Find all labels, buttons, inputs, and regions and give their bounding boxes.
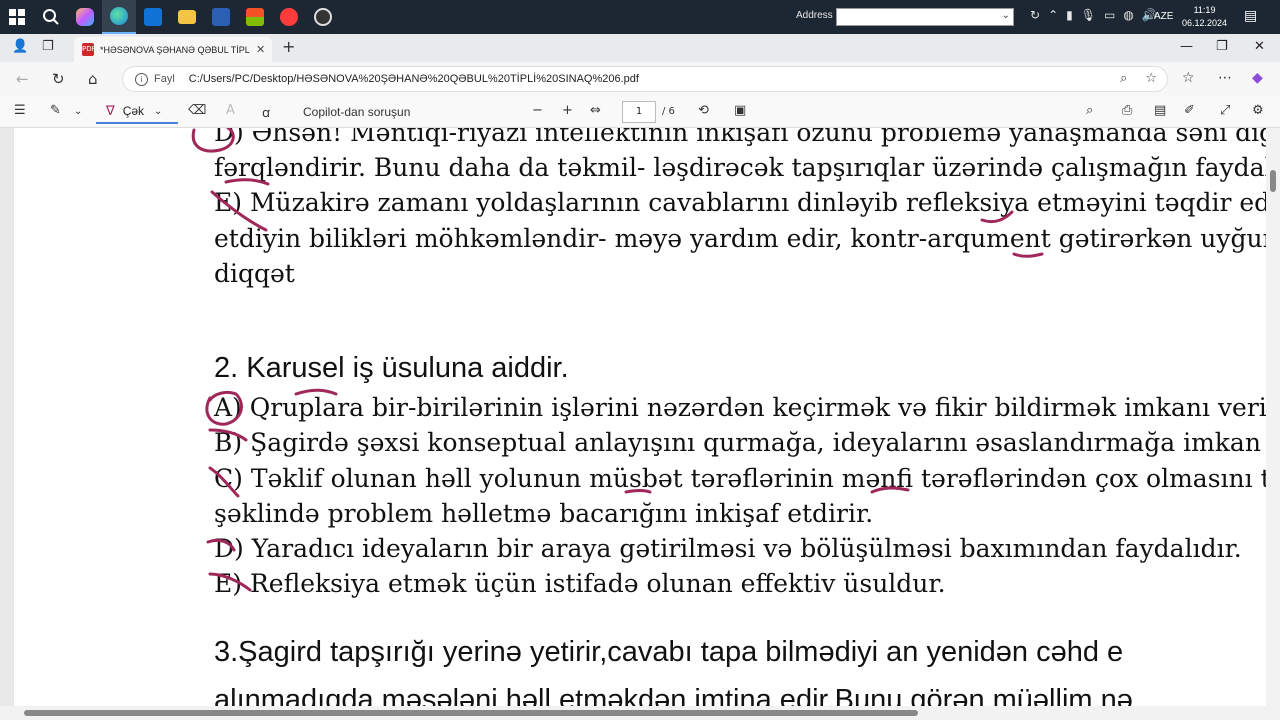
draw-pen-icon: ∇ [106, 103, 115, 119]
reload-icon[interactable]: ↻ [52, 70, 65, 88]
close-window-icon[interactable]: ✕ [1254, 39, 1265, 54]
ink-underline-mark [1012, 252, 1044, 258]
eraser-icon[interactable]: ⌫ [188, 103, 206, 118]
print-icon[interactable]: ⎙ [1122, 103, 1132, 118]
answer-option: A) Qruplara bir-birilərinin işlərini nəz… [214, 393, 1266, 422]
language-indicator[interactable]: AZE [1154, 11, 1173, 22]
answer-option: B) Şagirdə şəxsi konseptual anlayışını q… [214, 428, 1266, 457]
zoom-icon[interactable]: ⌕ [1120, 71, 1127, 86]
horizontal-scroll-thumb[interactable] [24, 710, 918, 716]
read-aloud-icon[interactable]: ꭤ [262, 103, 270, 121]
vertical-scrollbar[interactable] [1266, 128, 1280, 720]
answer-option: C) Təklif olunan həll yolunun müsbət tər… [214, 464, 1266, 493]
close-tab-icon[interactable]: ✕ [256, 43, 265, 56]
notification-icon[interactable]: ▤ [1244, 8, 1257, 24]
fullscreen-icon[interactable]: ⤢ [1220, 103, 1230, 118]
doc-line: etdiyin bilikləri möhkəmləndir- məyə yar… [214, 224, 1266, 253]
clock-date: 06.12.2024 [1182, 18, 1228, 28]
favorite-star-icon[interactable]: ☆ [1145, 71, 1157, 86]
pdf-viewer[interactable]: D) Əhsən! Məntiqi-riyazi intellektinin i… [0, 128, 1280, 720]
copilot-sidebar-icon[interactable]: ◆ [1252, 70, 1263, 86]
profile-icon[interactable]: 👤 [12, 39, 28, 54]
vertical-scroll-thumb[interactable] [1270, 170, 1276, 192]
windows-start-icon[interactable] [0, 0, 34, 34]
workspaces-icon[interactable]: ❐ [42, 39, 54, 54]
screen-recorder-icon[interactable] [306, 0, 340, 34]
pdf-file-icon: PDF [82, 43, 96, 56]
clock-time: 11:19 [1193, 5, 1216, 15]
highlight-icon[interactable]: ✎ [50, 103, 61, 118]
info-icon[interactable]: i [135, 72, 148, 86]
rotate-icon[interactable]: ⟲ [698, 103, 709, 118]
more-options-icon[interactable]: ⋯ [1218, 70, 1232, 86]
copilot-app-icon[interactable] [68, 0, 102, 34]
doc-line: fərqləndirir. Bunu daha da təkmil- ləşdi… [214, 153, 1266, 182]
address-toolbar-input[interactable]: ⌄ [836, 8, 1014, 26]
scheme-label: Fayl [154, 73, 175, 85]
microphone-icon[interactable]: 🎙 [1081, 8, 1096, 22]
text-icon: A [226, 103, 235, 118]
contents-list-icon[interactable]: ☰ [14, 103, 26, 118]
word-icon[interactable] [204, 0, 238, 34]
horizontal-scrollbar[interactable] [0, 706, 1266, 720]
new-tab-icon[interactable]: + [282, 37, 295, 56]
doc-line: diqqət [214, 259, 295, 288]
zoom-out-icon[interactable]: − [532, 103, 543, 118]
settings-gear-icon[interactable]: ⚙ [1252, 103, 1264, 118]
skype-icon[interactable] [272, 0, 306, 34]
fit-to-width-icon[interactable]: ⇔ [590, 103, 601, 118]
chevron-down-icon[interactable]: ⌄ [1002, 10, 1010, 21]
back-arrow-icon[interactable]: ← [16, 70, 29, 88]
page-total: / 6 [662, 106, 675, 117]
search-icon[interactable]: ⌕ [1086, 103, 1093, 118]
tab-title: *HƏSƏNOVA ŞƏHANƏ QƏBUL TİPLİ SINAQ 6.pdf [100, 44, 250, 55]
answer-option: E) Refleksiya etmək üçün istifadə olunan… [214, 569, 946, 598]
question-heading: 2. Karusel iş üsuluna aiddir. [214, 352, 569, 384]
favorites-icon[interactable]: ☆ [1182, 70, 1195, 86]
doc-line: D) Əhsən! Məntiqi-riyazi intellektinin i… [214, 128, 1266, 147]
save-icon[interactable]: ▤ [1154, 103, 1166, 118]
browser-navigation-bar: ← ↻ ⌂ i Fayl C:/Users/PC/Desktop/HƏSƏNOV… [0, 62, 1280, 96]
pdf-page: D) Əhsən! Məntiqi-riyazi intellektinin i… [14, 128, 1266, 720]
minimize-icon[interactable]: — [1180, 39, 1193, 54]
clock[interactable]: 11:19 06.12.2024 [1182, 4, 1227, 30]
draw-tool-label: Çək [122, 104, 145, 118]
answer-option: D) Yaradıcı ideyaların bir araya gətiril… [214, 534, 1242, 563]
address-toolbar-label: Address [796, 10, 833, 21]
file-explorer-icon[interactable] [170, 0, 204, 34]
doc-line: şəklində problem həlletmə bacarığını ink… [214, 499, 874, 528]
browser-tab-strip: 👤 ❐ PDF *HƏSƏNOVA ŞƏHANƏ QƏBUL TİPLİ SIN… [0, 34, 1280, 62]
chevron-down-icon[interactable]: ⌄ [154, 106, 162, 117]
save-as-icon[interactable]: ✐ [1184, 103, 1195, 118]
draw-tool-button[interactable]: ∇ Çək ⌄ [96, 100, 178, 124]
highlight-chevron-icon[interactable]: ⌄ [74, 106, 82, 117]
system-tray: ↻ ⌃ ▮ 🎙 ▭ ◍ 🔊 [1030, 8, 1157, 22]
store-icon[interactable] [238, 0, 272, 34]
url-text[interactable]: C:/Users/PC/Desktop/HƏSƏNOVA%20ŞƏHANƏ%20… [189, 73, 639, 85]
chevron-up-icon[interactable]: ⌃ [1048, 8, 1058, 22]
search-icon[interactable] [34, 0, 68, 34]
address-bar-actions: ⌕ ☆ [1120, 71, 1157, 86]
page-view-icon[interactable]: ▣ [734, 103, 746, 118]
question-heading: 3.Şagird tapşırığı yerinə yetirir,cavabı… [214, 636, 1124, 668]
windows-taskbar: Address ⌄ ↻ ⌃ ▮ 🎙 ▭ ◍ 🔊 AZE 11:19 06.12.… [0, 0, 1280, 34]
page-number-input[interactable]: 1 [622, 101, 656, 123]
outlook-icon[interactable] [136, 0, 170, 34]
edge-browser-icon[interactable] [102, 0, 136, 34]
copilot-ask-button[interactable]: Copilot-dan soruşun [303, 105, 410, 119]
network-icon[interactable]: ◍ [1123, 8, 1133, 22]
zoom-in-icon[interactable]: + [562, 103, 573, 118]
camera-icon[interactable]: ▮ [1066, 8, 1073, 22]
doc-line: E) Müzakirə zamanı yoldaşlarının cavabla… [214, 188, 1266, 217]
refresh-icon[interactable]: ↻ [1030, 8, 1040, 22]
pdf-toolbar: ☰ ✎ ⌄ ∇ Çək ⌄ ⌫ A ꭤ Copilot-dan soruşun … [0, 96, 1280, 128]
tab-pdf-document[interactable]: PDF *HƏSƏNOVA ŞƏHANƏ QƏBUL TİPLİ SINAQ 6… [74, 37, 272, 62]
battery-icon[interactable]: ▭ [1104, 8, 1115, 22]
maximize-icon[interactable]: ❐ [1216, 39, 1228, 54]
address-bar[interactable]: i Fayl C:/Users/PC/Desktop/HƏSƏNOVA%20ŞƏ… [122, 66, 1168, 92]
home-icon[interactable]: ⌂ [88, 70, 98, 88]
